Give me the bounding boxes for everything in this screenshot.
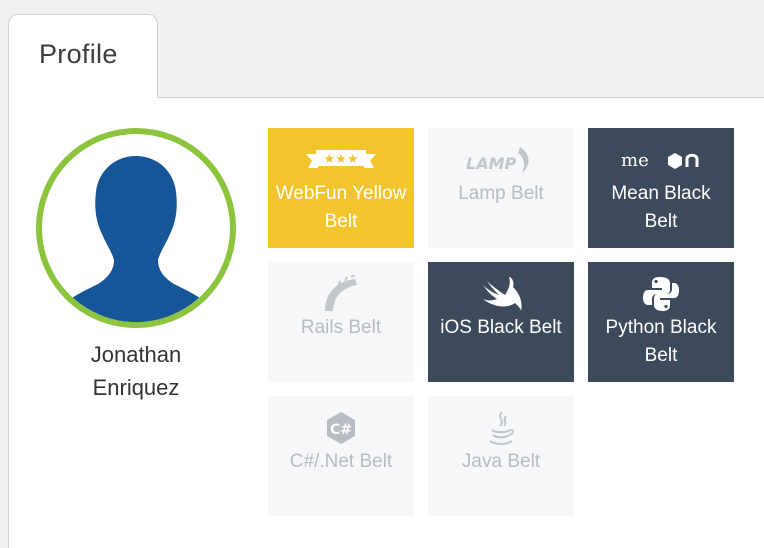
svg-text:★★★: ★★★ bbox=[324, 152, 359, 167]
belt-label: Rails Belt bbox=[300, 317, 382, 338]
belt-webfun-yellow[interactable]: ★★★ WebFun Yellow Belt bbox=[268, 128, 414, 248]
belt-rails[interactable]: Rails Belt bbox=[268, 262, 414, 382]
belt-label: Lamp Belt bbox=[458, 183, 544, 204]
belt-label: Python Black Belt bbox=[605, 317, 717, 366]
mean-icon: me bbox=[588, 140, 734, 180]
belt-python-black[interactable]: Python Black Belt bbox=[588, 262, 734, 382]
belt-csharp[interactable]: C# C#/.Net Belt bbox=[268, 396, 414, 516]
belt-java[interactable]: Java Belt bbox=[428, 396, 574, 516]
swift-icon bbox=[428, 274, 574, 314]
belt-label: Mean Black Belt bbox=[611, 183, 711, 232]
csharp-icon: C# bbox=[268, 408, 414, 448]
lamp-icon: LAMP bbox=[428, 140, 574, 180]
belt-ios-black[interactable]: iOS Black Belt bbox=[428, 262, 574, 382]
person-silhouette-icon bbox=[60, 156, 212, 322]
svg-text:me: me bbox=[621, 150, 649, 171]
user-last-name: Enriquez bbox=[92, 375, 180, 400]
belt-lamp[interactable]: LAMP Lamp Belt bbox=[428, 128, 574, 248]
belt-label: C#/.Net Belt bbox=[289, 451, 393, 472]
avatar bbox=[36, 128, 236, 328]
java-icon bbox=[428, 408, 574, 448]
rails-icon bbox=[268, 274, 414, 314]
belt-label: Java Belt bbox=[461, 451, 541, 472]
svg-text:C#: C# bbox=[330, 422, 352, 438]
python-icon bbox=[588, 274, 734, 314]
user-name: Jonathan Enriquez bbox=[36, 338, 236, 404]
tab-profile-label: Profile bbox=[39, 39, 118, 69]
belt-mean-black[interactable]: me Mean Black Belt bbox=[588, 128, 734, 248]
belt-label: iOS Black Belt bbox=[440, 317, 562, 338]
tab-profile[interactable]: Profile bbox=[8, 14, 158, 98]
svg-text:LAMP: LAMP bbox=[466, 154, 517, 173]
user-first-name: Jonathan bbox=[90, 342, 182, 367]
webfun-icon: ★★★ bbox=[268, 140, 414, 180]
belt-label: WebFun Yellow Belt bbox=[275, 183, 407, 232]
